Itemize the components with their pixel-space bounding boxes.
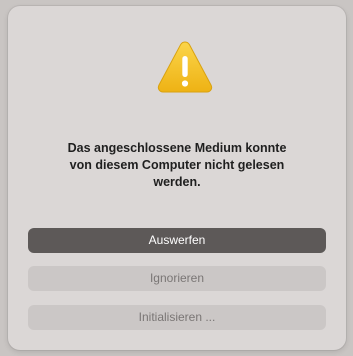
alert-dialog: Das angeschlossene Medium konnte von die… [8, 6, 346, 350]
message-line: Das angeschlossene Medium konnte [67, 141, 287, 155]
message-line: werden. [153, 175, 201, 189]
warning-icon [157, 41, 213, 93]
eject-button[interactable]: Auswerfen [28, 228, 326, 253]
alert-message: Das angeschlossene Medium konnte von die… [28, 140, 326, 191]
initialize-button[interactable]: Initialisieren ... [28, 305, 326, 330]
message-line: von diesem Computer nicht gelesen [69, 158, 285, 172]
ignore-button[interactable]: Ignorieren [28, 266, 326, 291]
